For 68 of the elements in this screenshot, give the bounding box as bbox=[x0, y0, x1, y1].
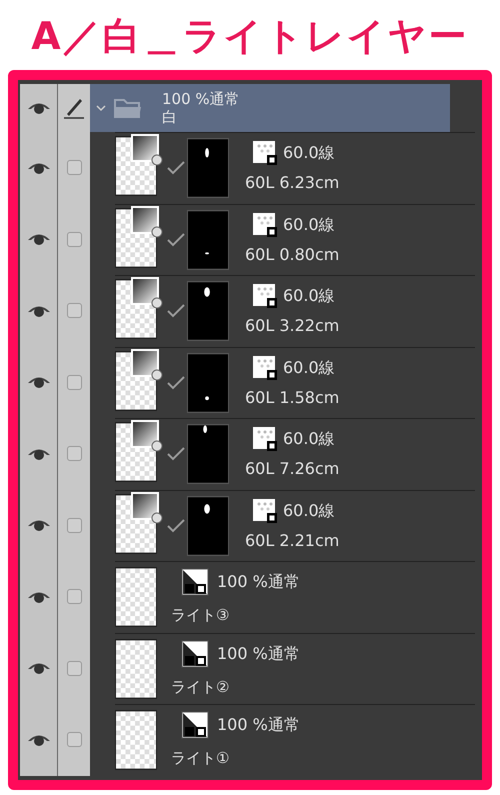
mask-thumbnail bbox=[187, 352, 229, 413]
layer-name: ライト① bbox=[171, 748, 230, 769]
checkbox[interactable] bbox=[66, 303, 82, 318]
eye-icon[interactable] bbox=[26, 661, 50, 676]
layer-thumbnail bbox=[115, 567, 157, 628]
eye-icon[interactable] bbox=[26, 375, 50, 390]
eye-icon[interactable] bbox=[26, 232, 50, 246]
blend-mode: 100 %通常 bbox=[162, 90, 240, 108]
tone-icon bbox=[253, 356, 277, 380]
line-count: 60.0線 bbox=[283, 428, 335, 450]
eye-icon[interactable] bbox=[26, 446, 50, 461]
eye-icon[interactable] bbox=[26, 101, 50, 115]
layer-thumbnail bbox=[115, 638, 157, 699]
line-count: 60.0線 bbox=[283, 214, 335, 236]
tone-icon bbox=[253, 284, 277, 308]
tone-icon bbox=[253, 212, 277, 237]
raster-layer-icon bbox=[181, 640, 211, 668]
line-count: 60.0線 bbox=[283, 356, 335, 379]
tone-info: 60L 0.80cm bbox=[245, 244, 340, 266]
eye-icon[interactable] bbox=[26, 732, 50, 747]
chevron-icon[interactable] bbox=[96, 104, 106, 112]
checkbox[interactable] bbox=[66, 660, 82, 676]
blend-mode: 100 %通常 bbox=[217, 571, 300, 593]
checkbox[interactable] bbox=[66, 446, 82, 462]
checkbox[interactable] bbox=[66, 589, 82, 604]
gradient-layer-icon bbox=[131, 206, 163, 238]
gradient-layer-icon bbox=[131, 134, 163, 166]
line-count: 60.0線 bbox=[283, 285, 335, 308]
gradient-layer-icon bbox=[131, 348, 163, 381]
eye-icon[interactable] bbox=[26, 160, 50, 175]
blend-mode: 100 %通常 bbox=[217, 714, 300, 736]
gradient-layer-icon bbox=[131, 492, 163, 524]
tone-icon bbox=[253, 427, 277, 452]
checkbox[interactable] bbox=[66, 160, 82, 176]
tone-info: 60L 7.26cm bbox=[245, 458, 340, 480]
mask-thumbnail bbox=[187, 281, 229, 342]
checkbox[interactable] bbox=[66, 518, 82, 533]
mask-thumbnail bbox=[187, 496, 229, 556]
raster-layer-icon bbox=[181, 711, 211, 739]
folder-row[interactable]: 100 %通常 白 bbox=[90, 84, 450, 132]
folder-name: 白 bbox=[162, 108, 178, 126]
mask-thumbnail bbox=[187, 424, 229, 484]
checkbox[interactable] bbox=[66, 232, 82, 247]
layer-thumbnail bbox=[115, 710, 157, 770]
tone-info: 60L 2.21cm bbox=[245, 530, 340, 552]
tone-info: 60L 6.23cm bbox=[245, 172, 340, 194]
checkbox[interactable] bbox=[66, 374, 82, 390]
eye-icon[interactable] bbox=[26, 518, 50, 532]
blend-mode: 100 %通常 bbox=[217, 642, 300, 664]
mask-thumbnail bbox=[187, 210, 229, 270]
folder-icon bbox=[114, 97, 142, 119]
line-count: 60.0線 bbox=[283, 142, 335, 164]
layer-name: ライト③ bbox=[171, 605, 230, 626]
raster-layer-icon bbox=[181, 568, 211, 596]
gradient-layer-icon bbox=[131, 420, 163, 452]
line-count: 60.0線 bbox=[283, 500, 335, 522]
page-title: A／白＿ライトレイヤー bbox=[31, 13, 469, 60]
layer-name: ライト② bbox=[171, 676, 230, 698]
eye-icon[interactable] bbox=[26, 304, 50, 318]
gradient-layer-icon bbox=[131, 277, 163, 310]
mask-thumbnail bbox=[187, 138, 229, 198]
tone-info: 60L 1.58cm bbox=[245, 386, 340, 409]
checkbox[interactable] bbox=[66, 732, 82, 748]
eye-icon[interactable] bbox=[26, 590, 50, 604]
tone-icon bbox=[253, 498, 277, 523]
tone-info: 60L 3.22cm bbox=[245, 315, 340, 338]
tone-icon bbox=[253, 141, 277, 166]
pen-icon[interactable] bbox=[63, 96, 85, 120]
